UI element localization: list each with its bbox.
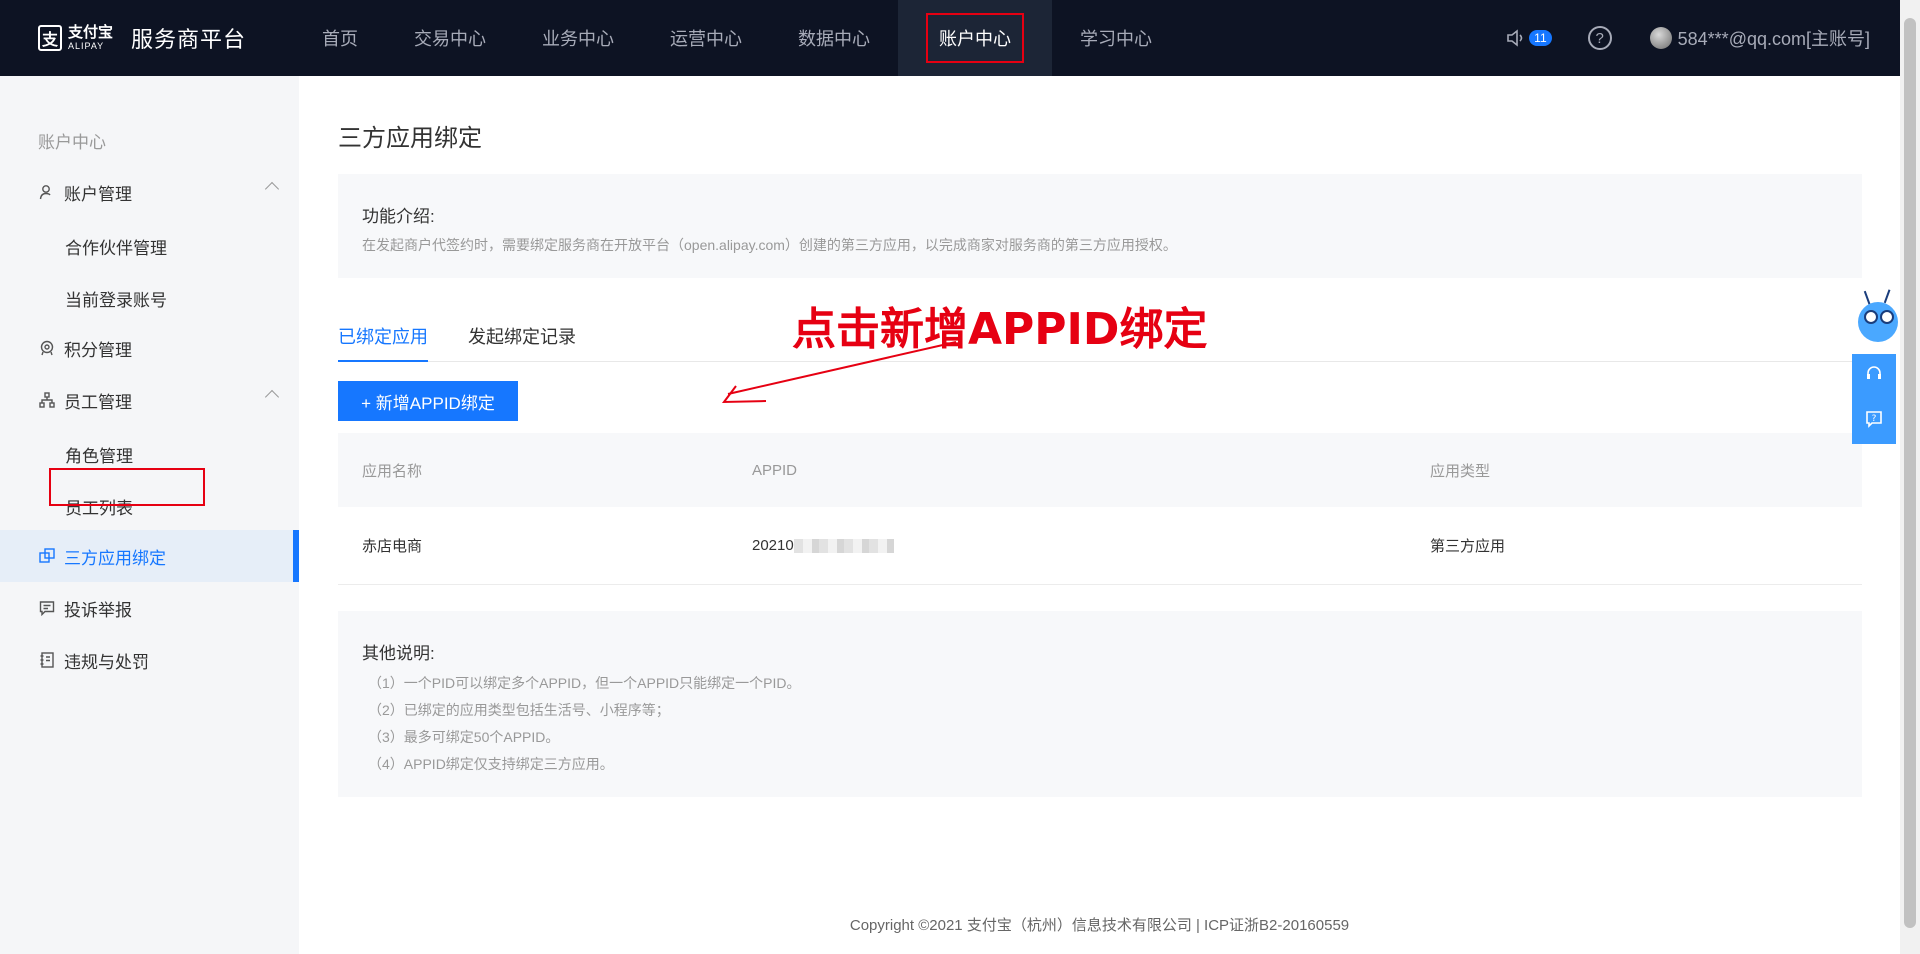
- link-app-icon: [38, 547, 56, 565]
- logo-en-text: ALIPAY: [68, 41, 105, 51]
- column-header-appid: APPID: [752, 461, 798, 479]
- customer-service-icon[interactable]: [1865, 365, 1883, 388]
- table-row: 赤店电商 20210 第三方应用: [338, 507, 1862, 585]
- tab-binding-records[interactable]: 发起绑定记录: [468, 316, 576, 362]
- sidebar-item-current-login-account[interactable]: 当前登录账号: [65, 286, 167, 311]
- tab-bound-apps[interactable]: 已绑定应用: [338, 316, 428, 362]
- sidebar-item-partner-management[interactable]: 合作伙伴管理: [65, 234, 167, 259]
- nav-operations-center[interactable]: 运营中心: [642, 0, 770, 76]
- note-item: （4）APPID绑定仅支持绑定三方应用。: [368, 756, 614, 772]
- intro-heading: 功能介绍:: [362, 207, 435, 226]
- chevron-up-icon: [264, 181, 280, 197]
- nav-account-center[interactable]: 账户中心: [898, 0, 1053, 76]
- svg-text:?: ?: [1872, 414, 1877, 424]
- notes-panel: 其他说明: （1）一个PID可以绑定多个APPID，但一个APPID只能绑定一个…: [338, 611, 1862, 797]
- scrollbar-thumb[interactable]: [1904, 18, 1916, 928]
- logo-cn-text: 支付宝: [68, 24, 114, 41]
- note-item: （3）最多可绑定50个APPID。: [368, 729, 560, 745]
- intro-panel: 功能介绍: 在发起商户代签约时，需要绑定服务商在开放平台（open.alipay…: [338, 174, 1862, 278]
- assistant-toolbar: ?: [1852, 354, 1896, 444]
- report-icon: [38, 599, 56, 617]
- org-chart-icon: [38, 391, 56, 409]
- column-header-app-name: 应用名称: [362, 462, 423, 480]
- sidebar-title: 账户中心: [38, 133, 106, 152]
- alipay-icon: 支: [38, 25, 62, 51]
- column-header-app-type: 应用类型: [1430, 462, 1491, 480]
- main-nav: 首页 交易中心 业务中心 运营中心 数据中心 账户中心 学习中心: [294, 0, 1180, 76]
- penalty-icon: [38, 651, 56, 669]
- top-navigation-bar: 支 支付宝 ALIPAY 服务商平台 首页 交易中心 业务中心 运营中心 数据中…: [0, 0, 1900, 76]
- nav-learning-center[interactable]: 学习中心: [1052, 0, 1180, 76]
- question-circle-icon[interactable]: ?: [1587, 26, 1612, 50]
- header-tools: 11 ? 584***@qq.com[主账号]: [1505, 0, 1870, 76]
- add-appid-binding-button[interactable]: + 新增APPID绑定: [338, 381, 518, 421]
- sidebar-item-third-party-app-binding[interactable]: 三方应用绑定: [0, 530, 299, 582]
- ant-mascot-icon[interactable]: [1852, 289, 1900, 354]
- footer-copyright: Copyright ©2021 支付宝（杭州）信息技术有限公司 | ICP证浙B…: [849, 917, 1350, 934]
- cell-app-name: 赤店电商: [362, 538, 423, 555]
- note-item: （1）一个PID可以绑定多个APPID，但一个APPID只能绑定一个PID。: [368, 675, 801, 691]
- alipay-logo[interactable]: 支 支付宝 ALIPAY: [38, 25, 113, 51]
- page-title: 三方应用绑定: [338, 125, 482, 152]
- sidebar-item-points-management[interactable]: 积分管理: [0, 322, 299, 374]
- chevron-up-icon: [264, 389, 280, 405]
- user-icon: [38, 183, 56, 201]
- sidebar-item-violations-penalties[interactable]: 违规与处罚: [0, 634, 299, 686]
- tab-bar: 已绑定应用 发起绑定记录: [338, 316, 1862, 362]
- sidebar: 账户中心 账户管理 合作伙伴管理 当前登录账号 积分管理 员工管理 角色管理 员…: [0, 76, 299, 954]
- highlight-box: [49, 468, 205, 506]
- main-content: 三方应用绑定 功能介绍: 在发起商户代签约时，需要绑定服务商在开放平台（open…: [299, 76, 1900, 954]
- table-header: 应用名称 APPID 应用类型: [338, 433, 1862, 507]
- note-item: （2）已绑定的应用类型包括生活号、小程序等；: [368, 702, 670, 718]
- redacted-text: [793, 539, 894, 554]
- avatar[interactable]: [1649, 27, 1672, 49]
- page-scrollbar[interactable]: [1900, 0, 1920, 954]
- nav-trade-center[interactable]: 交易中心: [386, 0, 514, 76]
- platform-name: 服务商平台: [131, 27, 247, 52]
- feedback-icon[interactable]: ?: [1865, 410, 1883, 433]
- nav-home[interactable]: 首页: [294, 0, 386, 76]
- account-name[interactable]: 584***@qq.com[主账号]: [1678, 25, 1870, 51]
- speaker-icon[interactable]: [1505, 27, 1527, 49]
- floating-assistant[interactable]: ?: [1852, 289, 1900, 444]
- intro-text: 在发起商户代签约时，需要绑定服务商在开放平台（open.alipay.com）创…: [362, 237, 1177, 253]
- nav-data-center[interactable]: 数据中心: [770, 0, 898, 76]
- points-icon: [38, 339, 56, 357]
- notes-heading: 其他说明:: [362, 644, 435, 663]
- sidebar-item-complaint-report[interactable]: 投诉举报: [0, 582, 299, 634]
- bound-apps-table: 应用名称 APPID 应用类型 赤店电商 20210 第三方应用: [338, 433, 1862, 585]
- sidebar-item-role-management[interactable]: 角色管理: [65, 442, 133, 467]
- sidebar-item-account-management[interactable]: 账户管理: [0, 166, 299, 218]
- cell-appid: 20210: [728, 537, 1406, 554]
- notification-badge: 11: [1529, 30, 1552, 46]
- cell-app-type: 第三方应用: [1430, 538, 1506, 555]
- sidebar-item-staff-management[interactable]: 员工管理: [0, 374, 299, 426]
- nav-business-center[interactable]: 业务中心: [514, 0, 642, 76]
